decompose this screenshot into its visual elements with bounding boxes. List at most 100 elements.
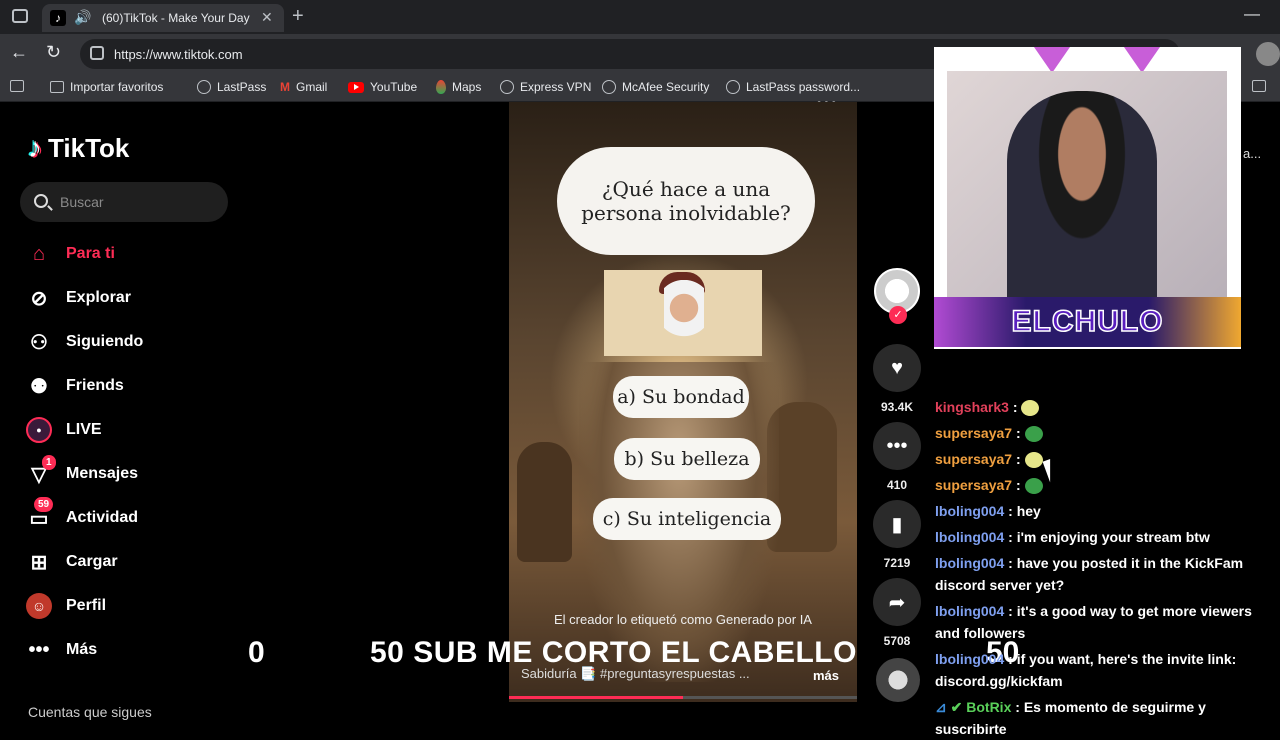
search-input[interactable]: Buscar [20,182,228,222]
bookmark-importar[interactable]: Importar favoritos [50,80,163,94]
nav-live[interactable]: ● LIVE [26,415,102,445]
chat-username[interactable]: supersaya7 [935,451,1012,467]
chat-username[interactable]: lboling004 [935,651,1004,667]
streamer-figure [1007,91,1157,297]
creator-avatar[interactable]: ✓ [874,268,920,324]
live-icon: ● [26,417,52,443]
tiktok-logo[interactable]: ♪ TikTok [28,132,129,164]
chat-text: i'm enjoying your stream btw [1016,529,1210,545]
site-info-icon[interactable] [90,46,104,60]
chat-username[interactable]: lboling004 [935,529,1004,545]
browser-tab[interactable]: ♪ 🔊 (60)TikTok - Make Your Day ✕ [42,4,284,32]
emote-icon [1024,426,1043,443]
gmail-icon: M [280,80,290,94]
activity-badge: 59 [34,497,54,512]
emote-icon [1024,452,1043,469]
nav-label: Actividad [66,509,139,526]
sub-goal-text: 50 SUB ME CORTO EL CABELLO [370,636,857,669]
caption-more-link[interactable]: más [813,668,839,683]
tiktok-wordmark: TikTok [48,132,130,163]
bookmark-label: LastPass password... [746,80,861,94]
sub-counter-current: 0 [248,636,265,669]
other-bookmarks-folder[interactable] [1252,80,1266,92]
minimize-button[interactable]: — [1244,6,1260,24]
ai-generated-label: El creador lo etiquetó como Generado por… [554,612,812,627]
video-player[interactable]: ¿Qué hace a una persona inolvidable? a) … [509,102,857,702]
nav-mensajes[interactable]: ▽ 1 Mensajes [26,455,139,489]
upload-icon: ⊞ [30,551,48,574]
chat-username[interactable]: supersaya7 [935,477,1012,493]
bookmark-label: Importar favoritos [70,80,164,94]
nav-perfil[interactable]: ☺ Perfil [26,591,106,621]
following-icon: ⚇ [30,331,48,354]
bookmark-label: McAfee Security [622,80,710,94]
nav-mas[interactable]: ••• Más [26,635,97,665]
follow-check-icon[interactable]: ✓ [889,306,907,324]
messages-badge: 1 [42,455,56,470]
heart-icon[interactable]: ♥ [873,344,921,392]
progress-fill [509,696,683,699]
chat-username[interactable]: BotRix [966,699,1011,715]
share-icon[interactable]: ➦ [873,578,921,626]
chat-username[interactable]: kingshark3 [935,399,1009,415]
bookmark-menu-icon [10,80,24,92]
face-shape [664,280,704,350]
nav-label: Siguiendo [66,333,144,350]
sidebar-toggle-icon[interactable] [12,9,28,23]
globe-icon [602,80,616,94]
music-disc-icon[interactable] [876,658,920,702]
folder-icon [50,81,64,93]
bookmark-label: LastPass [217,80,267,94]
comment-icon[interactable]: ••• [873,422,921,470]
bookmark-lastpass[interactable]: LastPass [197,80,266,94]
close-tab-icon[interactable]: ✕ [261,9,273,26]
chat-username[interactable]: lboling004 [935,555,1004,571]
reload-icon[interactable]: ↻ [46,42,61,63]
nav-label: Perfil [66,597,107,614]
chat-message: supersaya7 : [935,474,1280,496]
bookmark-maps[interactable]: Maps [436,80,481,94]
nav-label: Más [66,641,98,658]
chat-username[interactable]: lboling004 [935,603,1004,619]
comment-action[interactable]: ••• 410 [872,422,922,492]
nav-actividad[interactable]: ▭ 59 Actividad [26,497,139,533]
nav-explorar[interactable]: ⊘ Explorar [26,283,131,313]
speaker-icon[interactable]: 🔊 [74,9,91,26]
bookmark-menu-icon[interactable] [10,80,24,92]
nav-siguiendo[interactable]: ⚇ Siguiendo [26,327,143,357]
like-count: 93.4K [880,400,914,414]
option-c: c) Su inteligencia [593,498,781,540]
nav-para-ti[interactable]: ⌂ Para ti [26,239,115,269]
url-text[interactable]: https://www.tiktok.com [114,47,243,62]
bookmark-youtube[interactable]: YouTube [348,80,417,94]
share-action[interactable]: ➦ 5708 [872,578,922,648]
home-icon: ⌂ [32,242,46,265]
nav-cargar[interactable]: ⊞ Cargar [26,547,118,577]
bookmark-gmail[interactable]: M Gmail [280,80,327,94]
nav-label: Mensajes [66,465,139,482]
globe-icon [500,80,514,94]
globe-icon [726,80,740,94]
chat-username[interactable]: lboling004 [935,503,1004,519]
messages-icon: ▽ 1 [26,455,56,487]
video-vase [517,442,572,562]
bookmark-mcafee[interactable]: McAfee Security [602,80,709,94]
compass-icon: ⊘ [30,287,48,310]
nav-friends[interactable]: ⚉ Friends [26,371,124,401]
save-action[interactable]: ▮ 7219 [872,500,922,570]
bookmark-lastpass-password[interactable]: LastPass password... [726,80,860,94]
decor-triangle [1124,47,1160,73]
emote-icon [1024,478,1043,495]
new-tab-button[interactable]: + [292,5,304,28]
chat-username[interactable]: supersaya7 [935,425,1012,441]
back-icon[interactable]: ← [10,42,28,63]
profile-icon[interactable] [1256,42,1280,66]
video-progress-bar[interactable] [509,696,857,699]
maps-icon [436,80,446,94]
like-action[interactable]: ♥ 93.4K [872,344,922,414]
nav-label: Explorar [66,289,131,306]
bookmark-expressvpn[interactable]: Express VPN [500,80,591,94]
chat-message: ⊿ ✔ BotRix : Es momento de seguirme y su… [935,699,1206,737]
nav-label: Cargar [66,553,118,570]
bookmark-icon[interactable]: ▮ [873,500,921,548]
